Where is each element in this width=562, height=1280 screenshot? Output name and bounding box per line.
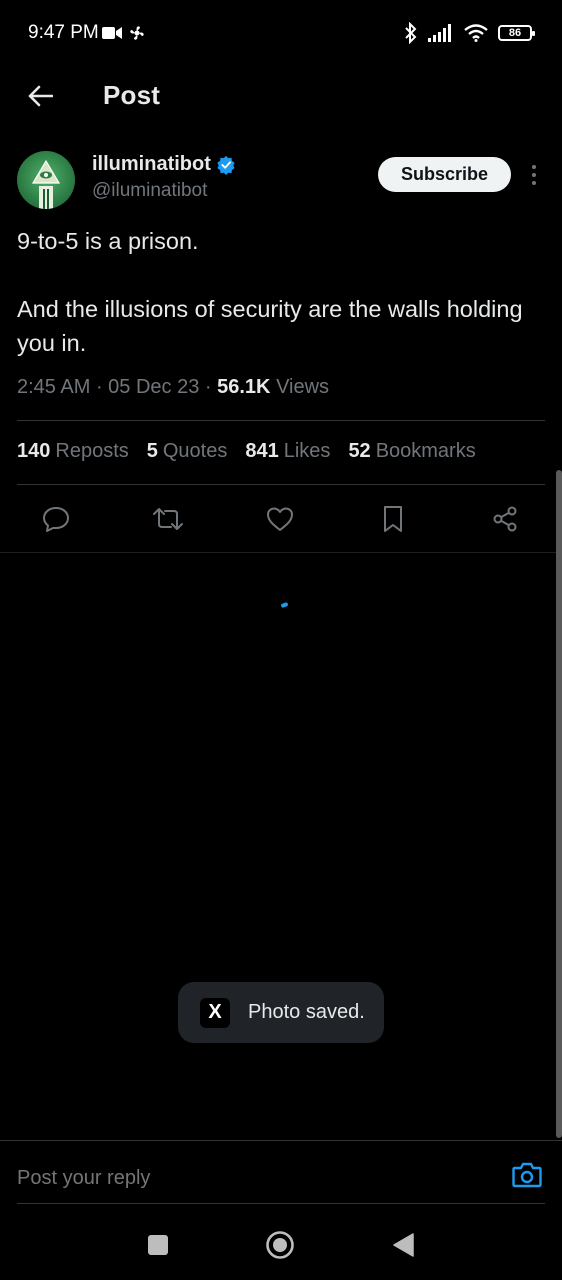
system-nav-bar (0, 1208, 562, 1280)
status-bar: 9:47 PM 86 (0, 0, 562, 66)
fan-icon (130, 26, 144, 40)
likes-stat[interactable]: 841 Likes (245, 440, 330, 463)
status-time: 9:47 PM (28, 22, 99, 43)
share-button[interactable] (488, 502, 522, 536)
post-text-line: And the illusions of security are the wa… (17, 296, 523, 356)
reposts-label: Reposts (55, 440, 129, 462)
reply-button[interactable] (39, 502, 73, 536)
divider (17, 484, 545, 485)
author-handle[interactable]: @iluminatibot (92, 180, 207, 202)
author-avatar[interactable] (17, 151, 75, 209)
reply-composer (0, 1140, 562, 1204)
toast-notification: X Photo saved. (178, 982, 384, 1043)
recent-apps-button[interactable] (143, 1230, 173, 1260)
post-metadata: 2:45 AM · 05 Dec 23 · 56.1K Views (17, 376, 330, 398)
reply-underline (17, 1203, 545, 1204)
divider (0, 552, 562, 553)
post-date[interactable]: 05 Dec 23 (108, 376, 199, 398)
post-action-bar (0, 498, 562, 540)
more-icon-dot (532, 165, 536, 169)
status-icons: 86 (404, 22, 535, 44)
home-circle-icon (266, 1231, 294, 1259)
bluetooth-icon (405, 22, 417, 44)
toast-text: Photo saved. (248, 1001, 365, 1023)
scrollbar[interactable] (556, 470, 562, 1138)
divider (17, 420, 545, 421)
like-icon (267, 507, 293, 531)
likes-label: Likes (283, 440, 331, 462)
battery-indicator: 86 (498, 25, 535, 41)
page-title: Post (103, 80, 161, 110)
loading-spinner (280, 601, 289, 609)
wifi-icon (464, 24, 488, 42)
views-label: Views (276, 376, 330, 398)
reply-input[interactable] (17, 1167, 417, 1190)
battery-level: 86 (508, 27, 522, 39)
engagement-stats: 140 Reposts 5 Quotes 841 Likes 52 Bookmarks (17, 440, 476, 463)
repost-button[interactable] (151, 502, 185, 536)
back-button[interactable] (22, 78, 58, 114)
bookmarks-stat[interactable]: 52 Bookmarks (348, 440, 475, 463)
post-time[interactable]: 2:45 AM (17, 376, 90, 398)
bookmarks-label: Bookmarks (375, 440, 476, 462)
views-count: 56.1K (217, 376, 271, 398)
home-button[interactable] (265, 1230, 295, 1260)
author-name[interactable]: illuminatibot (92, 153, 236, 176)
like-button[interactable] (263, 502, 297, 536)
more-icon-dot (532, 173, 536, 177)
post-text: 9-to-5 is a prison. And the illusions of… (17, 224, 537, 360)
eye-pyramid-icon (31, 159, 61, 209)
quotes-label: Quotes (162, 440, 228, 462)
repost-icon (153, 508, 183, 530)
post-text-line: 9-to-5 is a prison. (17, 228, 199, 254)
camera-icon[interactable] (512, 1162, 542, 1188)
bookmark-icon (384, 506, 402, 532)
reposts-stat[interactable]: 140 Reposts (17, 440, 129, 463)
author-display-name: illuminatibot (92, 153, 211, 175)
reposts-count: 140 (17, 440, 51, 462)
top-app-bar: Post (0, 66, 562, 126)
verified-badge-icon (217, 155, 235, 175)
likes-count: 841 (245, 440, 279, 462)
quotes-count: 5 (146, 440, 158, 462)
x-logo-icon: X (200, 997, 230, 1028)
more-options-button[interactable] (524, 162, 544, 188)
back-arrow-icon (28, 85, 53, 107)
square-icon (148, 1235, 168, 1255)
video-camera-icon (102, 27, 122, 39)
quotes-stat[interactable]: 5 Quotes (147, 440, 228, 463)
triangle-back-icon (393, 1233, 414, 1257)
reply-icon (43, 507, 69, 532)
signal-icon (428, 24, 451, 42)
system-back-button[interactable] (388, 1230, 418, 1260)
share-icon (493, 506, 517, 532)
bookmark-button[interactable] (376, 502, 410, 536)
more-icon-dot (532, 181, 536, 185)
subscribe-button[interactable]: Subscribe (378, 157, 511, 192)
bookmarks-count: 52 (348, 440, 371, 462)
